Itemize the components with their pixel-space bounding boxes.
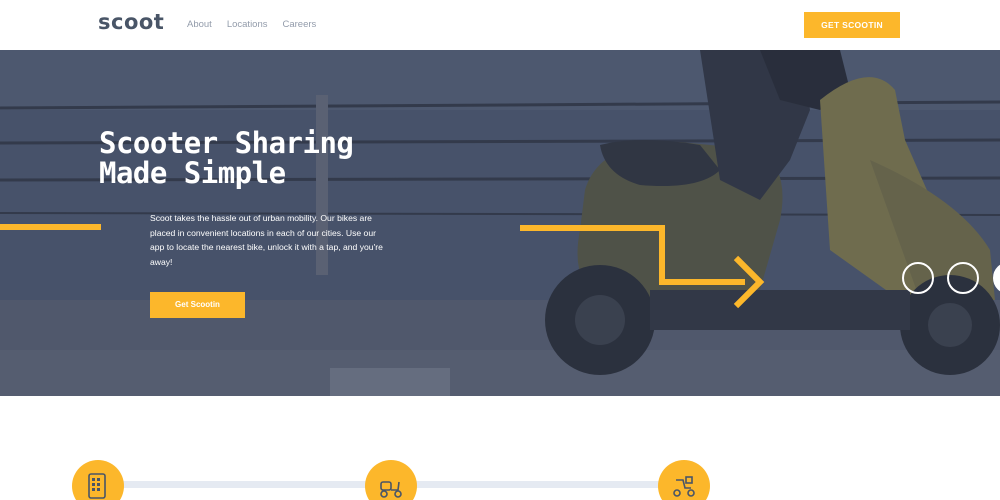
logo[interactable]: scoot — [98, 10, 164, 34]
get-scootin-hero-button[interactable]: Get Scootin — [150, 292, 245, 318]
nav-locations[interactable]: Locations — [227, 19, 268, 30]
decorative-circle — [947, 262, 979, 294]
hero-title-line-2: Made Simple — [99, 156, 286, 190]
main-nav: About Locations Careers — [187, 19, 331, 30]
hero-title-line-1: Scooter Sharing — [99, 126, 354, 160]
how-it-works-section — [0, 396, 1000, 500]
phone-locate-icon — [72, 460, 124, 500]
site-header: scoot About Locations Careers GET SCOOTI… — [0, 0, 1000, 50]
decorative-circle — [902, 262, 934, 294]
decorative-yellow-bar — [0, 224, 101, 230]
nav-careers[interactable]: Careers — [283, 19, 317, 30]
get-scootin-header-button[interactable]: GET SCOOTIN — [804, 12, 900, 38]
hero-section: Scooter Sharing Made Simple Scoot takes … — [0, 50, 1000, 396]
ride-icon — [658, 460, 710, 500]
nav-about[interactable]: About — [187, 19, 212, 30]
scooter-icon — [365, 460, 417, 500]
hero-description: Scoot takes the hassle out of urban mobi… — [150, 213, 383, 267]
hero-title: Scooter Sharing Made Simple — [99, 128, 429, 188]
